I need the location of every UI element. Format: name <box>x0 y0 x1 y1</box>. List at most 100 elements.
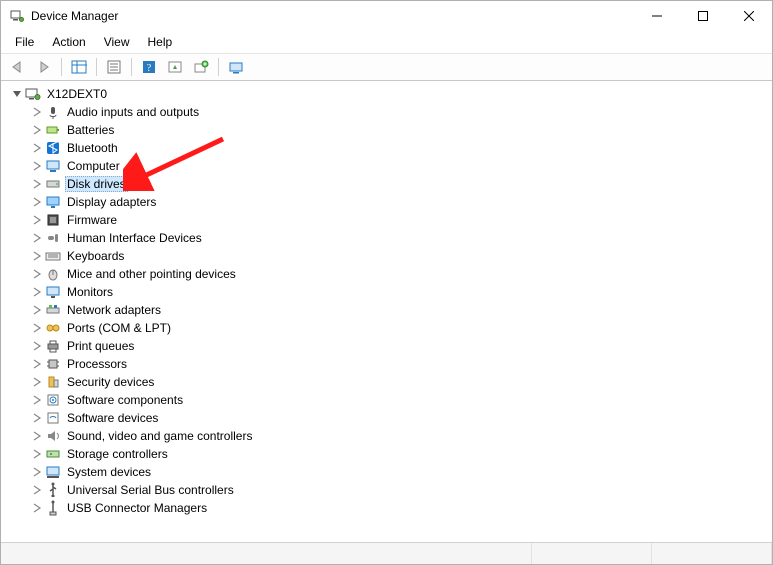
sound-icon <box>45 428 61 444</box>
tree-item-label: Keyboards <box>65 249 126 263</box>
chevron-right-icon[interactable] <box>29 176 45 192</box>
tree-item-hid[interactable]: Human Interface Devices <box>1 229 772 247</box>
close-button[interactable] <box>726 1 772 31</box>
chevron-right-icon[interactable] <box>29 446 45 462</box>
device-tree[interactable]: X12DEXT0 Audio inputs and outputsBatteri… <box>1 81 772 542</box>
bluetooth-icon <box>45 140 61 156</box>
chevron-right-icon[interactable] <box>29 482 45 498</box>
tree-item-label: Security devices <box>65 375 156 389</box>
tree-item-network[interactable]: Network adapters <box>1 301 772 319</box>
chevron-right-icon[interactable] <box>29 302 45 318</box>
menu-view[interactable]: View <box>96 33 138 51</box>
tree-item-storage[interactable]: Storage controllers <box>1 445 772 463</box>
menu-action[interactable]: Action <box>44 33 93 51</box>
properties-button[interactable] <box>103 56 125 78</box>
tree-item-usbconn[interactable]: USB Connector Managers <box>1 499 772 517</box>
firmware-icon <box>45 212 61 228</box>
tree-item-display[interactable]: Display adapters <box>1 193 772 211</box>
chevron-right-icon[interactable] <box>29 284 45 300</box>
console-tree-button[interactable] <box>68 56 90 78</box>
nav-forward-button[interactable] <box>33 56 55 78</box>
cpu-icon <box>45 356 61 372</box>
toolbar: ? <box>1 53 772 81</box>
tree-item-label: USB Connector Managers <box>65 501 209 515</box>
update-driver-button[interactable] <box>164 56 186 78</box>
monitor-icon <box>45 284 61 300</box>
chevron-right-icon[interactable] <box>29 212 45 228</box>
titlebar: Device Manager <box>1 1 772 31</box>
tree-item-label: Processors <box>65 357 129 371</box>
keyboard-icon <box>45 248 61 264</box>
security-icon <box>45 374 61 390</box>
separator <box>61 58 62 76</box>
chevron-right-icon[interactable] <box>29 230 45 246</box>
tree-item-label: Print queues <box>65 339 136 353</box>
chevron-right-icon[interactable] <box>29 248 45 264</box>
tree-item-security[interactable]: Security devices <box>1 373 772 391</box>
menu-help[interactable]: Help <box>140 33 181 51</box>
tree-item-mouse[interactable]: Mice and other pointing devices <box>1 265 772 283</box>
chevron-right-icon[interactable] <box>29 410 45 426</box>
chevron-right-icon[interactable] <box>29 320 45 336</box>
tree-item-label: Ports (COM & LPT) <box>65 321 173 335</box>
minimize-button[interactable] <box>634 1 680 31</box>
tree-item-swdev[interactable]: Software devices <box>1 409 772 427</box>
tree-item-firmware[interactable]: Firmware <box>1 211 772 229</box>
printer-icon <box>45 338 61 354</box>
tree-item-swcomp[interactable]: Software components <box>1 391 772 409</box>
chevron-right-icon[interactable] <box>29 500 45 516</box>
chevron-right-icon[interactable] <box>29 464 45 480</box>
chevron-right-icon[interactable] <box>29 428 45 444</box>
tree-item-cpu[interactable]: Processors <box>1 355 772 373</box>
chevron-right-icon[interactable] <box>29 374 45 390</box>
tree-item-label: Software components <box>65 393 185 407</box>
chevron-right-icon[interactable] <box>29 140 45 156</box>
chevron-right-icon[interactable] <box>29 356 45 372</box>
tree-item-label: Computer <box>65 159 122 173</box>
tree-item-usb[interactable]: Universal Serial Bus controllers <box>1 481 772 499</box>
tree-item-label: Bluetooth <box>65 141 120 155</box>
chevron-down-icon[interactable] <box>9 86 25 102</box>
system-icon <box>45 464 61 480</box>
maximize-button[interactable] <box>680 1 726 31</box>
tree-item-computer[interactable]: Computer <box>1 157 772 175</box>
window-title: Device Manager <box>31 9 634 23</box>
chevron-right-icon[interactable] <box>29 338 45 354</box>
chevron-right-icon[interactable] <box>29 122 45 138</box>
tree-item-battery[interactable]: Batteries <box>1 121 772 139</box>
computer-icon <box>45 158 61 174</box>
separator <box>96 58 97 76</box>
separator <box>131 58 132 76</box>
chevron-right-icon[interactable] <box>29 392 45 408</box>
menu-file[interactable]: File <box>7 33 42 51</box>
display-icon <box>45 194 61 210</box>
tree-item-label: Storage controllers <box>65 447 170 461</box>
help-button[interactable]: ? <box>138 56 160 78</box>
tree-item-label: Display adapters <box>65 195 158 209</box>
tree-item-ports[interactable]: Ports (COM & LPT) <box>1 319 772 337</box>
tree-root[interactable]: X12DEXT0 <box>1 85 772 103</box>
tree-item-label: Firmware <box>65 213 119 227</box>
tree-item-monitor[interactable]: Monitors <box>1 283 772 301</box>
network-icon <box>45 302 61 318</box>
usb-icon <box>45 482 61 498</box>
chevron-right-icon[interactable] <box>29 158 45 174</box>
tree-item-sound[interactable]: Sound, video and game controllers <box>1 427 772 445</box>
scan-hardware-button[interactable] <box>225 56 247 78</box>
app-icon <box>9 8 25 24</box>
swcomp-icon <box>45 392 61 408</box>
tree-item-printer[interactable]: Print queues <box>1 337 772 355</box>
tree-item-label: Software devices <box>65 411 160 425</box>
tree-item-keyboard[interactable]: Keyboards <box>1 247 772 265</box>
tree-item-bluetooth[interactable]: Bluetooth <box>1 139 772 157</box>
chevron-right-icon[interactable] <box>29 266 45 282</box>
chevron-right-icon[interactable] <box>29 194 45 210</box>
usbconn-icon <box>45 500 61 516</box>
nav-back-button[interactable] <box>7 56 29 78</box>
tree-item-audio[interactable]: Audio inputs and outputs <box>1 103 772 121</box>
chevron-right-icon[interactable] <box>29 104 45 120</box>
tree-item-system[interactable]: System devices <box>1 463 772 481</box>
tree-item-disk[interactable]: Disk drives <box>1 175 772 193</box>
mouse-icon <box>45 266 61 282</box>
uninstall-button[interactable] <box>190 56 212 78</box>
